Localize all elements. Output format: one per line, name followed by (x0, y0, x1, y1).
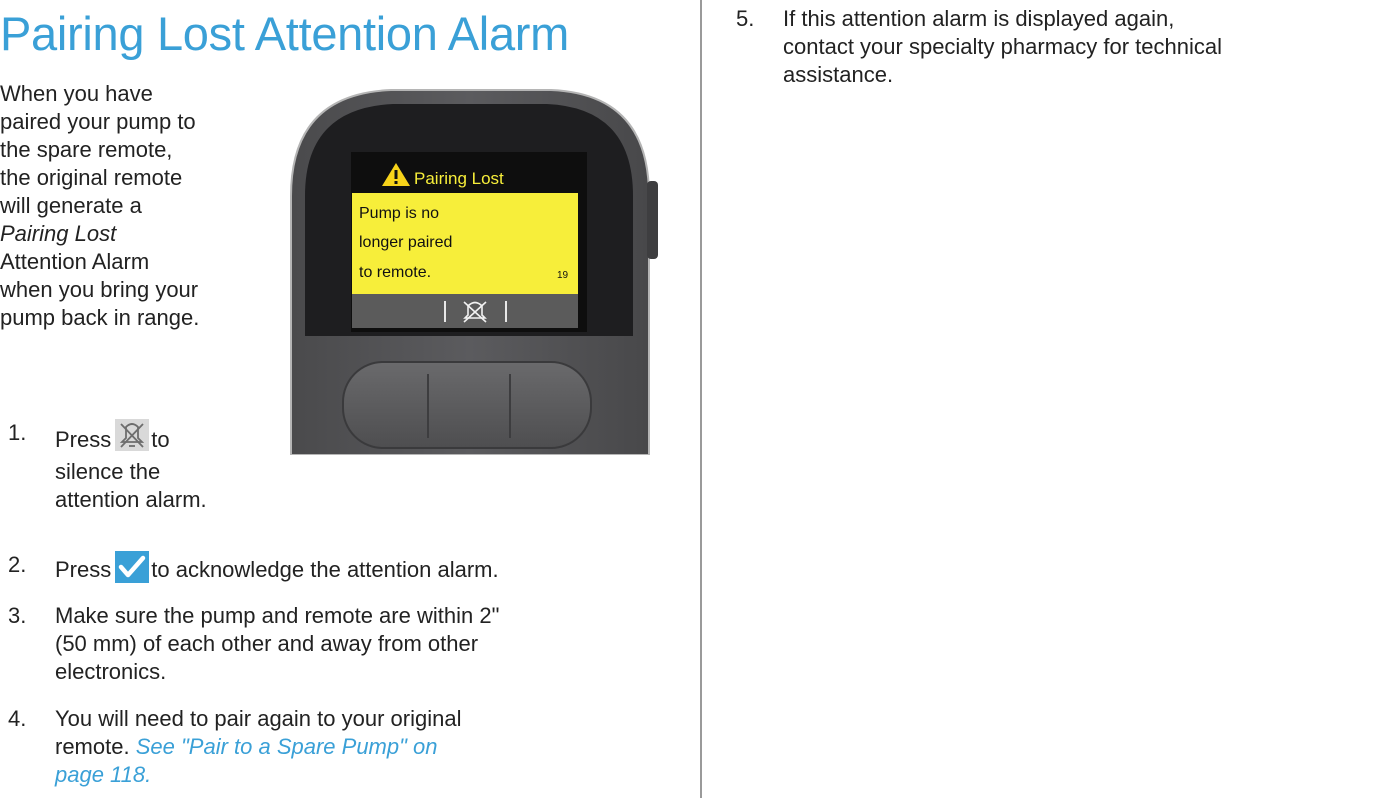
step-text: You will need to pair again to your orig… (55, 706, 462, 731)
intro-line: the original remote (0, 165, 183, 190)
step-1: 1. Press to silence the attention alarm. (8, 419, 278, 512)
step-text: electronics. (55, 659, 167, 684)
intro-line: Attention Alarm (0, 249, 150, 274)
step-text: Press (55, 427, 112, 452)
step-4: 4. You will need to pair again to your o… (8, 705, 698, 795)
step-text: If this attention alarm is displayed aga… (783, 6, 1175, 31)
column-divider (700, 0, 702, 798)
step-number: 2. (8, 552, 27, 577)
screen-header: Pairing Lost (414, 169, 504, 188)
checkmark-icon (115, 551, 150, 590)
intro-paragraph: When you have paired your pump to the sp… (0, 80, 272, 332)
step-text: silence the (55, 459, 161, 484)
bell-silence-icon (115, 419, 150, 458)
step-number: 3. (8, 603, 27, 628)
step-text: to acknowledge the attention alarm. (151, 557, 499, 582)
cross-reference-link-page[interactable]: page 118. (55, 761, 695, 789)
step-number: 4. (8, 706, 27, 731)
intro-line: paired your pump to (0, 109, 196, 134)
intro-line: when you bring your (0, 277, 199, 302)
step-text: attention alarm. (55, 487, 207, 512)
intro-line: the spare remote, (0, 137, 173, 162)
step-text: Press (55, 557, 112, 582)
step-text: Make sure the pump and remote are within… (55, 603, 500, 628)
intro-line: will generate a (0, 193, 142, 218)
intro-italic-alarm-name: Pairing Lost (0, 221, 117, 246)
step-number: 5. (736, 6, 755, 31)
intro-line: pump back in range. (0, 305, 200, 330)
screen-message-line: Pump is no (359, 205, 439, 222)
page-title: Pairing Lost Attention Alarm (0, 7, 569, 60)
remote-device-illustration: Pairing Lost Pump is no longer paired to… (290, 89, 658, 455)
step-text: contact your specialty pharmacy for tech… (783, 34, 1222, 59)
screen-message-line: longer paired (359, 234, 452, 251)
step-number: 1. (8, 420, 27, 445)
screen-message-line: to remote. (359, 264, 431, 281)
step-2: 2. Press to acknowledge the attention al… (8, 551, 698, 583)
step-text: (50 mm) of each other and away from othe… (55, 631, 479, 656)
intro-line: When you have (0, 81, 153, 106)
step-text: remote. (55, 734, 130, 759)
step-text: assistance. (783, 62, 894, 87)
step-5: 5. If this attention alarm is displayed … (736, 5, 1391, 95)
cross-reference-link[interactable]: See "Pair to a Spare Pump" on (136, 734, 438, 759)
step-3: 3. Make sure the pump and remote are wit… (8, 602, 698, 692)
step-text: to (151, 427, 170, 452)
screen-alarm-code: 19 (557, 270, 569, 281)
